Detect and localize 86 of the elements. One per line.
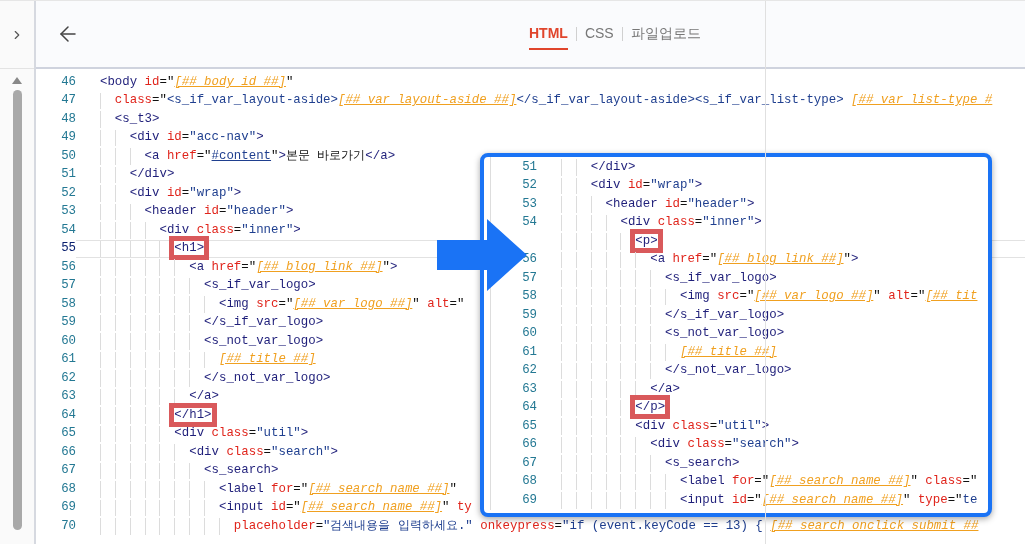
code-line: <img src="[##_var_logo_##]" alt=" [218,295,465,313]
line-number: 53 [521,195,537,213]
line-number: 46 [60,73,76,91]
code-line: <s_not_var_logo> [204,332,324,350]
tab[interactable]: CSS [584,18,614,50]
code-line: <s_search> [204,462,279,480]
line-number: 57 [521,269,537,287]
line-number: 52 [60,184,76,202]
line-number: 56 [60,258,76,276]
line-number: 54 [521,214,537,232]
code-line: <input id="[##_search_name_##]" type="te [679,491,978,509]
code-line: <div id="wrap"> [129,184,242,202]
code-line: </s_if_var_logo> [665,306,785,324]
scrollbar-thumb[interactable] [12,90,22,530]
code-line: <s_if_var_logo> [665,269,777,287]
line-number: 65 [60,425,76,443]
line-number: 51 [521,158,537,176]
line-number: 54 [60,221,76,239]
line-number: 51 [60,166,76,184]
code-line: <s_search> [665,454,740,472]
line-number: 55 [60,240,76,258]
line-number: 62 [521,362,537,380]
line-number: 63 [521,380,537,398]
line-number: 58 [60,295,76,313]
line-number: 49 [60,129,76,147]
code-line: <div id="wrap"> [590,177,703,195]
line-number: 57 [60,277,76,295]
code-line: placeholder="검색내용을 입력하세요." onkeypress="if (event.keyCode == 13) { [##_search_onclick_submit_## [233,517,979,535]
code-line: </div> [590,158,636,176]
line-number: 62 [60,369,76,387]
code-line: <div class="inner"> [159,221,301,239]
code-line: [##_title_##] [679,343,777,361]
code-line: <img src="[##_var_logo_##]" alt="[##_tit [679,288,978,306]
line-number: 60 [521,325,537,343]
code-line: </s_not_var_logo> [204,369,331,387]
line-number: 68 [521,473,537,491]
line-number: 53 [60,203,76,221]
line-number: 66 [521,436,537,454]
code-line: <div class="search"> [189,443,338,461]
line-number: 61 [60,351,76,369]
code-line: [##_title_##] [218,351,316,369]
code-line: <s_not_var_logo> [665,325,785,343]
code-line: <header id="header"> [605,195,755,213]
code-line: <input id="[##_search_name_##]" ty [218,499,472,517]
line-number: 64 [60,406,76,424]
code-line: </div> [129,166,175,184]
code-line: <a href="[##_blog_link_##]"> [189,258,398,276]
tab[interactable]: 파일업로드 [630,18,701,50]
code-line: <a href="#content">본문 바로가기</a> [144,147,396,165]
tab[interactable]: HTML [529,18,568,50]
line-number: 58 [521,288,537,306]
line-number: 67 [521,454,537,472]
line-number: 66 [60,443,76,461]
code-line: <body id="[##_body_id_##]" [100,73,294,91]
code-line: </s_if_var_logo> [204,314,324,332]
code-line: </s_not_var_logo> [665,362,792,380]
line-number: 61 [521,343,537,361]
line-number: 70 [60,517,76,535]
code-line: <a href="[##_blog_link_##]"> [650,251,859,269]
code-line: <s_if_var_logo> [204,277,316,295]
line-number: 69 [60,499,76,517]
line-number: 59 [60,314,76,332]
code-line: <header id="header"> [144,203,294,221]
line-number: 50 [60,147,76,165]
code-line: <div class="search"> [650,436,799,454]
line-number: 48 [60,110,76,128]
code-line: </a> [650,380,680,398]
line-number: 47 [60,92,76,110]
scroll-up-icon[interactable] [12,77,22,84]
code-line: <div class="inner"> [620,214,762,232]
line-number: 68 [60,480,76,498]
line-number: 52 [521,177,537,195]
code-line: class="<s_if_var_layout-aside>[##_var_layout-aside_##]</s_if_var_layout-aside><s_if_var_list-type> [##_var_list-type_# [114,92,993,110]
code-line: <div id="acc-nav"> [129,129,264,147]
code-line: <label for="[##_search_name_##]" [218,480,457,498]
line-number: 69 [521,491,537,509]
code-line: </a> [189,388,219,406]
code-line: <label for="[##_search_name_##]" class=" [679,473,978,491]
line-number: 60 [60,332,76,350]
line-number: 59 [521,306,537,324]
line-number: 65 [521,417,537,435]
line-number: 63 [60,388,76,406]
line-number: 67 [60,462,76,480]
line-number: 64 [521,399,537,417]
code-line: <s_t3> [114,110,160,128]
code-line: <div class="util"> [174,425,309,443]
